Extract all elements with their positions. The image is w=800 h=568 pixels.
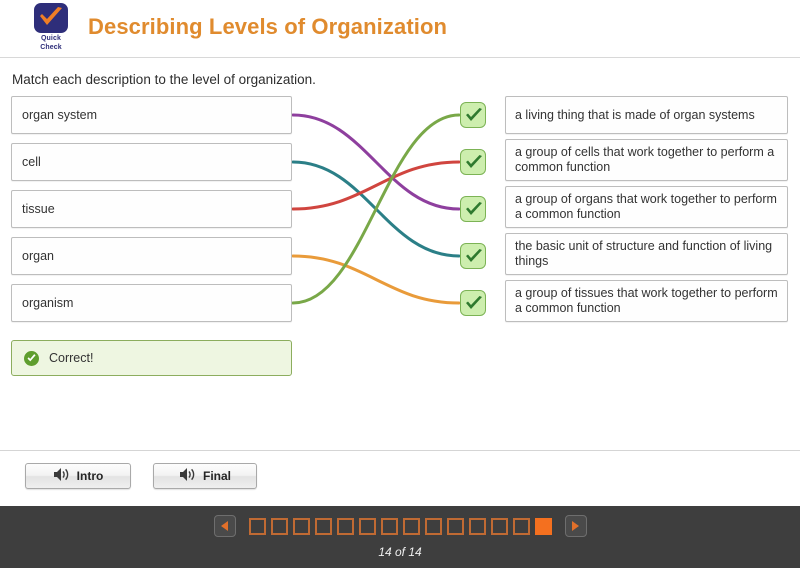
page-title: Describing Levels of Organization <box>88 14 448 39</box>
page-dot[interactable] <box>424 517 442 535</box>
page-dot[interactable] <box>248 517 266 535</box>
page-dot[interactable] <box>292 517 310 535</box>
checkmark-icon <box>466 108 482 121</box>
page-dot[interactable] <box>468 517 486 535</box>
left-option-label: organ <box>22 249 54 263</box>
right-option-4[interactable]: a group of tissues that work together to… <box>505 280 788 322</box>
checkmark-icon <box>466 249 482 262</box>
page-count-label: 14 of 14 <box>378 545 422 559</box>
check-badge-icon <box>34 3 68 33</box>
arrow-right-icon <box>572 521 579 531</box>
right-option-text: the basic unit of structure and function… <box>515 239 773 268</box>
content-area: Match each description to the level of o… <box>0 58 800 450</box>
right-option-0[interactable]: a living thing that is made of organ sys… <box>505 96 788 134</box>
page-dot[interactable] <box>490 517 508 535</box>
quick-check-logo: Quick Check <box>26 3 76 52</box>
right-option-2[interactable]: a group of organs that work together to … <box>505 186 788 228</box>
logo-label-line2: Check <box>40 44 62 51</box>
navigation-footer: 14 of 14 <box>0 506 800 568</box>
left-option-3[interactable]: organ <box>11 237 292 275</box>
matching-activity: organ system cell tissue organ organism … <box>0 94 800 324</box>
left-option-4[interactable]: organism <box>11 284 292 322</box>
intro-audio-button[interactable]: Intro <box>25 463 131 489</box>
match-check-2 <box>460 196 486 222</box>
right-option-text: a group of organs that work together to … <box>515 192 777 221</box>
left-option-label: tissue <box>22 202 55 216</box>
final-audio-button[interactable]: Final <box>153 463 257 489</box>
right-option-3[interactable]: the basic unit of structure and function… <box>505 233 788 275</box>
match-check-4 <box>460 290 486 316</box>
logo-label-line1: Quick <box>41 35 61 42</box>
page-dot[interactable] <box>314 517 332 535</box>
feedback-banner: Correct! <box>11 340 292 376</box>
audio-toolbar: Intro Final <box>0 450 800 506</box>
page-dot[interactable] <box>402 517 420 535</box>
page-dot[interactable] <box>336 517 354 535</box>
page-dot[interactable] <box>358 517 376 535</box>
match-check-1 <box>460 149 486 175</box>
right-option-text: a group of cells that work together to p… <box>515 145 775 174</box>
page-dot[interactable] <box>380 517 398 535</box>
page-dots-pager <box>0 515 800 537</box>
right-option-1[interactable]: a group of cells that work together to p… <box>505 139 788 181</box>
left-option-label: cell <box>22 155 41 169</box>
connector-line <box>291 160 461 211</box>
arrow-left-icon <box>221 521 228 531</box>
match-check-3 <box>460 243 486 269</box>
left-option-label: organism <box>22 296 74 310</box>
app-header: Quick Check Describing Levels of Organiz… <box>0 0 800 58</box>
right-option-text: a group of tissues that work together to… <box>515 286 778 315</box>
prev-page-button[interactable] <box>213 515 236 537</box>
final-audio-label: Final <box>202 469 231 483</box>
intro-audio-label: Intro <box>76 469 104 483</box>
success-check-icon <box>24 350 39 366</box>
left-option-1[interactable]: cell <box>11 143 292 181</box>
left-option-0[interactable]: organ system <box>11 96 292 134</box>
speaker-icon <box>53 467 70 485</box>
right-option-text: a living thing that is made of organ sys… <box>515 107 755 122</box>
next-page-button[interactable] <box>564 515 587 537</box>
page-dot[interactable] <box>534 517 552 535</box>
connector-line <box>291 113 461 305</box>
connector-line <box>291 113 461 211</box>
page-dot[interactable] <box>446 517 464 535</box>
page-dot[interactable] <box>270 517 288 535</box>
checkmark-icon <box>466 202 482 215</box>
checkmark-icon <box>466 296 482 309</box>
checkmark-icon <box>466 155 482 168</box>
left-option-label: organ system <box>22 108 98 122</box>
match-check-0 <box>460 102 486 128</box>
speaker-icon <box>179 467 196 485</box>
instruction-text: Match each description to the level of o… <box>12 72 316 87</box>
feedback-text: Correct! <box>49 351 94 365</box>
page-dot[interactable] <box>512 517 530 535</box>
orange-checkmark-icon <box>40 7 62 25</box>
left-option-2[interactable]: tissue <box>11 190 292 228</box>
